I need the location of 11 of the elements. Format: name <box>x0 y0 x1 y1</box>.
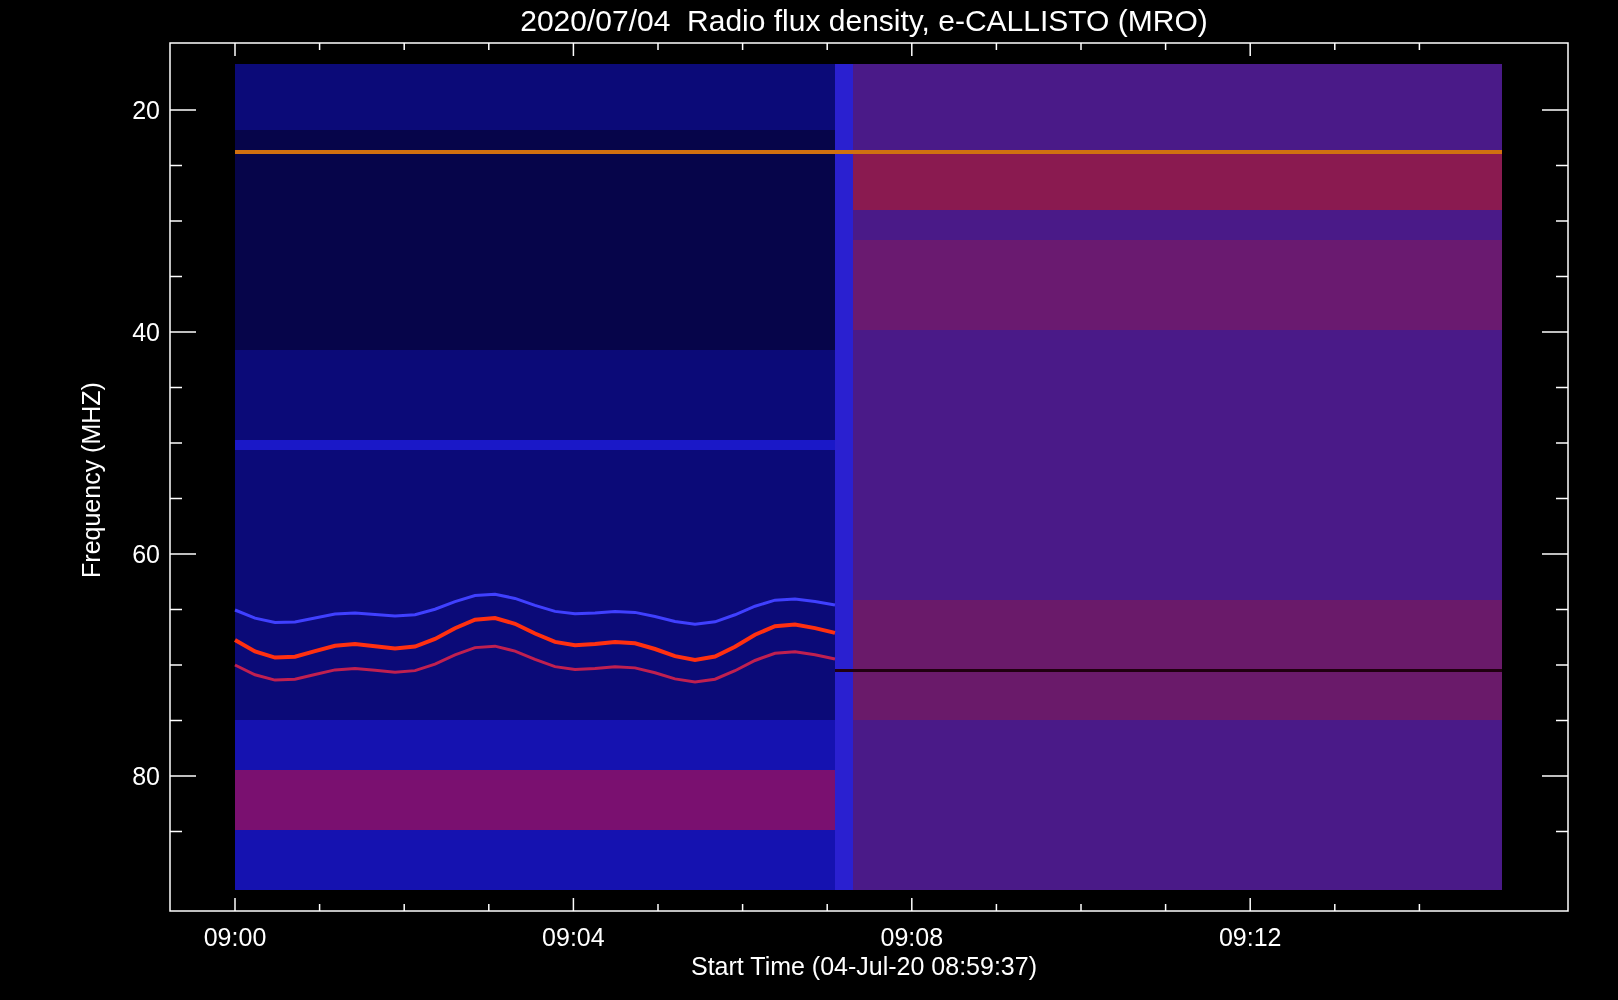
y-tick-label: 40 <box>132 318 160 346</box>
chart-title: 2020/07/04 Radio flux density, e-CALLISTO (MRO) <box>520 4 1208 37</box>
y-tick-label: 60 <box>132 540 160 568</box>
x-tick-label: 09:00 <box>203 923 267 951</box>
x-tick-label: 09:04 <box>542 923 605 951</box>
y-axis-label: Frequency (MHZ) <box>77 382 105 578</box>
x-axis-label: Start Time (04-Jul-20 08:59:37) <box>691 952 1037 980</box>
y-tick-label: 80 <box>132 762 160 790</box>
x-tick-label: 09:08 <box>880 923 944 951</box>
x-tick-label: 09:12 <box>1218 923 1282 951</box>
y-tick-label: 20 <box>132 96 160 124</box>
